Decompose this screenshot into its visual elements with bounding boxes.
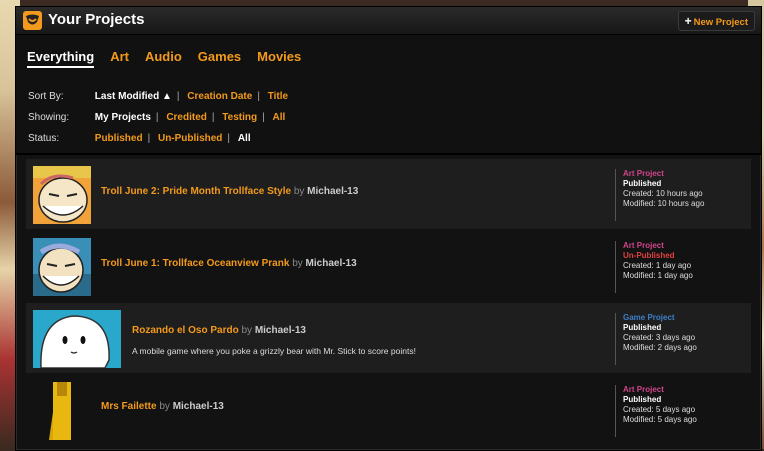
status-published[interactable]: Published xyxy=(95,133,143,144)
project-meta: Art Project Published Created: 5 days ag… xyxy=(615,385,697,437)
project-thumbnail[interactable] xyxy=(33,166,91,224)
created-date: Created: 5 days ago xyxy=(623,405,696,414)
by-text: by xyxy=(293,186,305,197)
project-status: Published xyxy=(623,395,662,404)
project-thumbnail[interactable] xyxy=(33,382,91,440)
project-type: Game Project xyxy=(623,313,675,322)
project-item[interactable]: Rozando el Oso Pardo by Michael-13 A mob… xyxy=(26,303,751,373)
author-link[interactable]: Michael-13 xyxy=(255,325,306,336)
project-meta: Art Project Published Created: 10 hours … xyxy=(615,169,704,221)
tab-art[interactable]: Art xyxy=(110,49,129,68)
project-title-line: Troll June 2: Pride Month Trollface Styl… xyxy=(101,186,358,197)
project-list: Troll June 2: Pride Month Trollface Styl… xyxy=(26,159,751,447)
project-meta: Art Project Un-Published Created: 1 day … xyxy=(615,241,693,293)
by-text: by xyxy=(292,258,303,269)
project-type: Art Project xyxy=(623,241,664,250)
showing-credited[interactable]: Credited xyxy=(166,112,207,123)
sort-title[interactable]: Title xyxy=(268,91,288,102)
newgrounds-logo-icon xyxy=(23,11,42,30)
project-thumbnail[interactable] xyxy=(33,310,121,368)
project-type: Art Project xyxy=(623,169,664,178)
author-link[interactable]: Michael-13 xyxy=(173,401,224,412)
created-date: Created: 10 hours ago xyxy=(623,189,703,198)
status-label: Status: xyxy=(28,133,60,144)
project-status: Un-Published xyxy=(623,251,675,260)
page-title: Your Projects xyxy=(48,11,145,28)
project-title-line: Troll June 1: Trollface Oceanview Prank … xyxy=(101,258,357,269)
title-bar: Your Projects + New Project xyxy=(16,7,761,35)
by-text: by xyxy=(159,401,170,412)
showing-row: Showing: My Projects | Credited | Testing |… xyxy=(28,112,286,123)
new-project-button[interactable]: + New Project xyxy=(677,11,755,31)
sort-creation-date[interactable]: Creation Date xyxy=(187,91,252,102)
project-title-line: Rozando el Oso Pardo by Michael-13 xyxy=(132,325,306,336)
project-thumbnail[interactable] xyxy=(33,238,91,296)
project-item[interactable]: Troll June 2: Pride Month Trollface Styl… xyxy=(26,159,751,229)
sort-row: Sort By: Last Modified ▲ | Creation Date |… xyxy=(28,91,289,102)
project-title-link[interactable]: Mrs Failette xyxy=(101,401,157,412)
tab-everything[interactable]: Everything xyxy=(27,49,95,68)
showing-testing[interactable]: Testing xyxy=(222,112,257,123)
created-date: Created: 3 days ago xyxy=(623,333,696,342)
project-title-line: Mrs Failette by Michael-13 xyxy=(101,401,224,412)
modified-date: Modified: 10 hours ago xyxy=(623,199,705,208)
showing-my-projects[interactable]: My Projects xyxy=(95,112,151,123)
project-title-link[interactable]: Rozando el Oso Pardo xyxy=(132,325,239,336)
project-title-link[interactable]: Troll June 1: Trollface Oceanview Prank xyxy=(101,258,289,269)
status-all[interactable]: All xyxy=(238,133,251,144)
showing-all[interactable]: All xyxy=(272,112,285,123)
modified-date: Modified: 5 days ago xyxy=(623,415,697,424)
showing-label: Showing: xyxy=(28,112,70,123)
category-tabs: Everything Art Audio Games Movies xyxy=(27,49,317,68)
project-title-link[interactable]: Troll June 2: Pride Month Trollface Styl… xyxy=(101,186,291,197)
sort-last-modified[interactable]: Last Modified ▲ xyxy=(95,91,172,102)
tab-movies[interactable]: Movies xyxy=(257,49,301,68)
status-row: Status: Published | Un-Published | All xyxy=(28,133,251,144)
sort-label: Sort By: xyxy=(28,91,64,102)
project-type: Art Project xyxy=(623,385,664,394)
project-item[interactable]: Mrs Failette by Michael-13 Art Project P… xyxy=(26,375,751,445)
status-unpublished[interactable]: Un-Published xyxy=(158,133,222,144)
project-description: A mobile game where you poke a grizzly b… xyxy=(132,346,416,356)
by-text: by xyxy=(241,325,253,336)
tab-audio[interactable]: Audio xyxy=(145,49,182,68)
modified-date: Modified: 2 days ago xyxy=(623,343,697,352)
plus-icon: + xyxy=(684,14,692,28)
created-date: Created: 1 day ago xyxy=(623,261,692,270)
author-link[interactable]: Michael-13 xyxy=(307,186,358,197)
project-item[interactable]: Troll June 1: Trollface Oceanview Prank … xyxy=(26,231,751,301)
author-link[interactable]: Michael-13 xyxy=(306,258,357,269)
project-meta: Game Project Published Created: 3 days a… xyxy=(615,313,697,365)
tab-games[interactable]: Games xyxy=(198,49,241,68)
modified-date: Modified: 1 day ago xyxy=(623,271,693,280)
projects-panel: Your Projects + New Project Everything Ar… xyxy=(15,6,762,451)
new-project-label: New Project xyxy=(693,17,748,28)
project-status: Published xyxy=(623,179,662,188)
filter-area: Everything Art Audio Games Movies Sort B… xyxy=(16,35,761,155)
project-status: Published xyxy=(623,323,662,332)
